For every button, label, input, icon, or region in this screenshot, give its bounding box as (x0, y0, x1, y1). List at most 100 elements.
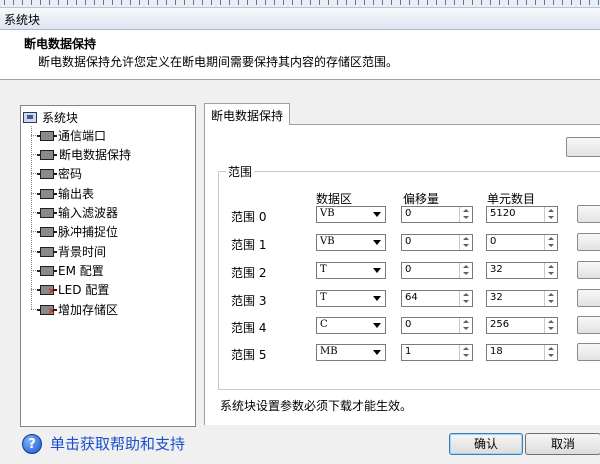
ruler-tick (76, 0, 77, 5)
count-spinbox[interactable]: 32 (486, 290, 558, 307)
area-select[interactable]: VB (316, 234, 386, 251)
dropdown-arrow-icon[interactable] (369, 264, 384, 277)
count-spinbox[interactable]: 256 (486, 317, 558, 334)
spinner-icon[interactable] (459, 318, 472, 333)
dropdown-arrow-icon[interactable] (369, 346, 384, 359)
spinner-icon[interactable] (544, 291, 557, 306)
tree-item-led-config[interactable]: ✕ LED 配置 (25, 280, 109, 299)
tree-item-password[interactable]: 密码 (25, 164, 82, 183)
tree-item-output-table[interactable]: 输出表 (25, 184, 94, 203)
ruler-tick (22, 0, 23, 5)
ruler-tick (283, 0, 284, 5)
spinner-icon[interactable] (459, 207, 472, 222)
tree-item-input-filter[interactable]: 输入滤波器 (25, 203, 118, 222)
system-block-tree[interactable]: 系统块 通信端口 断电数据保持 密码 输出表 输入滤波器 脉冲捕捉位 背景时间 … (20, 105, 196, 427)
ruler-tick (157, 0, 158, 5)
ruler-tick (544, 0, 545, 5)
ruler-tick (40, 0, 41, 5)
ruler-tick (175, 0, 176, 5)
spinner-icon[interactable] (459, 291, 472, 306)
area-select[interactable]: C (316, 317, 386, 334)
tree-root-label: 系统块 (42, 110, 79, 125)
ruler-tick (382, 0, 383, 5)
page-description: 断电数据保持允许您定义在断电期间需要保持其内容的存储区范围。 (38, 55, 399, 69)
range-row-label: 范围 3 (231, 294, 267, 308)
ruler-tick (220, 0, 221, 5)
ruler-tick (490, 0, 491, 5)
spinner-icon[interactable] (544, 235, 557, 250)
module-icon (37, 265, 57, 276)
ruler-tick (472, 0, 473, 5)
ruler-tick (319, 0, 320, 5)
tree-item-retentive[interactable]: 断电数据保持 (25, 145, 132, 164)
ruler-tick (58, 0, 59, 5)
count-spinbox[interactable]: 32 (486, 262, 558, 279)
ruler-tick (463, 0, 464, 5)
offset-spinbox[interactable]: 0 (401, 234, 473, 251)
download-note: 系统块设置参数必须下载才能生效。 (220, 399, 413, 413)
ok-button[interactable]: 确认 (449, 433, 523, 455)
ruler-tick (409, 0, 410, 5)
dropdown-arrow-icon[interactable] (369, 236, 384, 249)
ruler-tick (499, 0, 500, 5)
ruler-tick (373, 0, 374, 5)
row-clear-button[interactable] (577, 343, 600, 361)
count-spinbox[interactable]: 5120 (486, 206, 558, 223)
count-spinbox[interactable]: 0 (486, 234, 558, 251)
tree-item-add-memory[interactable]: ✕ 增加存储区 (25, 300, 118, 319)
area-select[interactable]: T (316, 262, 386, 279)
ruler-tick (346, 0, 347, 5)
row-clear-button[interactable] (577, 205, 600, 223)
ruler-tick (274, 0, 275, 5)
spinner-icon[interactable] (459, 345, 472, 360)
ruler-tick (535, 0, 536, 5)
tree-item-label: EM 配置 (58, 264, 104, 278)
ruler-tick (310, 0, 311, 5)
area-select[interactable]: MB (316, 344, 386, 361)
spinner-icon[interactable] (544, 318, 557, 333)
row-clear-button[interactable] (577, 261, 600, 279)
ruler-tick (121, 0, 122, 5)
help-link[interactable]: 单击获取帮助和支持 (50, 433, 185, 454)
window-title: 系统块 (4, 13, 41, 27)
tree-item-label: 脉冲捕捉位 (58, 225, 119, 239)
ruler-tick (166, 0, 167, 5)
row-clear-button[interactable] (577, 289, 600, 307)
dropdown-arrow-icon[interactable] (369, 208, 384, 221)
tree-item-pulse-catch[interactable]: 脉冲捕捉位 (25, 222, 118, 241)
tree-item-em-config[interactable]: EM 配置 (25, 261, 104, 280)
ruler-tick (427, 0, 428, 5)
dropdown-arrow-icon[interactable] (369, 292, 384, 305)
ruler-tick (112, 0, 113, 5)
default-button[interactable] (566, 137, 600, 157)
tree-item-comm-port[interactable]: 通信端口 (25, 126, 106, 145)
offset-spinbox[interactable]: 64 (401, 290, 473, 307)
row-clear-button[interactable] (577, 233, 600, 251)
window-titlebar: 系统块 (0, 8, 600, 30)
tree-item-label: 输入滤波器 (58, 206, 119, 220)
offset-spinbox[interactable]: 1 (401, 344, 473, 361)
spinner-icon[interactable] (544, 263, 557, 278)
tree-item-label: 增加存储区 (58, 303, 119, 317)
cancel-button[interactable]: 取消 (525, 433, 600, 455)
tree-item-label: 密码 (58, 167, 83, 181)
ruler-tick (139, 0, 140, 5)
area-select[interactable]: VB (316, 206, 386, 223)
spinner-icon[interactable] (459, 263, 472, 278)
ruler-tick (364, 0, 365, 5)
tab-retentive[interactable]: 断电数据保持 (204, 103, 290, 126)
dropdown-arrow-icon[interactable] (369, 319, 384, 332)
tree-root[interactable]: 系统块 (23, 108, 78, 126)
tree-item-background-time[interactable]: 背景时间 (25, 242, 106, 261)
area-select[interactable]: T (316, 290, 386, 307)
spinner-icon[interactable] (544, 207, 557, 222)
help-icon[interactable]: ? (22, 434, 42, 454)
plc-icon (23, 111, 37, 123)
spinner-icon[interactable] (459, 235, 472, 250)
offset-spinbox[interactable]: 0 (401, 206, 473, 223)
row-clear-button[interactable] (577, 316, 600, 334)
offset-spinbox[interactable]: 0 (401, 262, 473, 279)
offset-spinbox[interactable]: 0 (401, 317, 473, 334)
spinner-icon[interactable] (544, 345, 557, 360)
count-spinbox[interactable]: 18 (486, 344, 558, 361)
